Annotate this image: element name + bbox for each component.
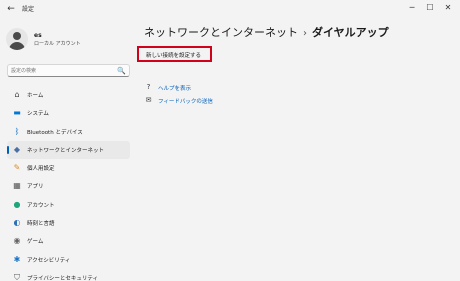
sidebar-item-label: Bluetooth とデバイス [27, 129, 83, 136]
sidebar-item-personalization[interactable]: ✎ 個人用設定 [7, 159, 130, 177]
main-content: ネットワークとインターネット › ダイヤルアップ 新しい接続を設定する ? ヘルプを… [135, 18, 460, 281]
sidebar-item-apps[interactable]: ▦ アプリ [7, 177, 130, 195]
user-profile[interactable]: es ローカル アカウント [6, 28, 131, 52]
breadcrumb: ネットワークとインターネット › ダイヤルアップ [144, 24, 389, 40]
sidebar-item-network[interactable]: ◆ ネットワークとインターネット [7, 140, 130, 160]
account-type: ローカル アカウント [34, 41, 81, 47]
sidebar-item-time-language[interactable]: ◐ 時刻と言語 [7, 214, 130, 232]
related-links: ? ヘルプを表示 ✉ フィードバックの送信 [144, 82, 284, 108]
gaming-icon: ◉ [13, 236, 21, 246]
setup-new-connection-link[interactable]: 新しい接続を設定する [146, 51, 201, 59]
sidebar: es ローカル アカウント 🔍 ⌂ ホーム ▬ システム ᛒ Bluetooth とデバイ… [0, 18, 135, 281]
avatar-body-shape [9, 42, 25, 50]
close-button[interactable]: ✕ [441, 2, 455, 14]
settings-window: ← 設定 ─ ☐ ✕ es ローカル アカウント 🔍 ⌂ ホーム ▬ システム ᛒ Blu… [0, 0, 460, 281]
network-icon: ◆ [13, 144, 21, 154]
app-title: 設定 [22, 6, 35, 13]
privacy-shield-icon: ⛉ [14, 272, 20, 281]
sidebar-item-label: ホーム [27, 93, 44, 99]
sidebar-item-label: システム [27, 111, 49, 118]
sidebar-item-bluetooth[interactable]: ᛒ Bluetooth とデバイス [7, 123, 130, 141]
breadcrumb-separator: › [303, 28, 307, 39]
title-bar: ← 設定 ─ ☐ ✕ [0, 0, 460, 18]
sidebar-item-accounts[interactable]: ● アカウント [7, 196, 130, 214]
sidebar-item-label: 時刻と言語 [27, 221, 55, 228]
sidebar-item-system[interactable]: ▬ システム [7, 104, 130, 122]
active-indicator [7, 145, 9, 154]
accessibility-icon: ✱ [13, 254, 21, 264]
maximize-button[interactable]: ☐ [423, 2, 437, 14]
sidebar-item-gaming[interactable]: ◉ ゲーム [7, 232, 130, 250]
personalization-icon: ✎ [13, 163, 21, 173]
bluetooth-icon: ᛒ [14, 126, 20, 136]
sidebar-item-label: プライバシーとセキュリティ [27, 275, 99, 281]
apps-icon: ▦ [13, 181, 21, 191]
avatar [6, 28, 28, 50]
time-language-icon: ◐ [13, 218, 21, 228]
sidebar-item-home[interactable]: ⌂ ホーム [7, 86, 130, 104]
search-box[interactable]: 🔍 [7, 64, 130, 77]
breadcrumb-network[interactable]: ネットワークとインターネット [144, 26, 298, 39]
help-icon: ? [146, 83, 151, 91]
sidebar-item-label: 個人用設定 [27, 166, 55, 173]
sidebar-nav: ⌂ ホーム ▬ システム ᛒ Bluetooth とデバイス ◆ ネットワークとインターネット… [7, 86, 130, 281]
get-help-label[interactable]: ヘルプを表示 [158, 84, 191, 92]
feedback-icon: ✉ [145, 96, 152, 104]
search-icon[interactable]: 🔍 [117, 66, 126, 76]
back-arrow-icon[interactable]: ← [5, 3, 17, 15]
sidebar-item-label: アクセシビリティ [27, 257, 71, 264]
sidebar-item-label: アカウント [27, 202, 55, 209]
sidebar-item-accessibility[interactable]: ✱ アクセシビリティ [7, 251, 130, 269]
home-icon: ⌂ [14, 90, 20, 99]
system-icon: ▬ [13, 108, 21, 118]
accounts-icon: ● [13, 199, 21, 209]
page-title: ダイヤルアップ [312, 26, 389, 39]
sidebar-item-label: ネットワークとインターネット [27, 147, 105, 154]
search-input[interactable] [11, 66, 116, 76]
sidebar-item-label: アプリ [27, 184, 44, 191]
avatar-head-shape [13, 32, 21, 40]
sidebar-item-label: ゲーム [27, 239, 44, 246]
sidebar-item-privacy-shield[interactable]: ⛉ プライバシーとセキュリティ [7, 269, 130, 281]
user-name: es [34, 32, 42, 39]
give-feedback-link[interactable]: ✉ フィードバックの送信 [144, 95, 284, 108]
give-feedback-label[interactable]: フィードバックの送信 [158, 97, 213, 105]
minimize-button[interactable]: ─ [405, 2, 419, 14]
get-help-link[interactable]: ? ヘルプを表示 [144, 82, 284, 95]
